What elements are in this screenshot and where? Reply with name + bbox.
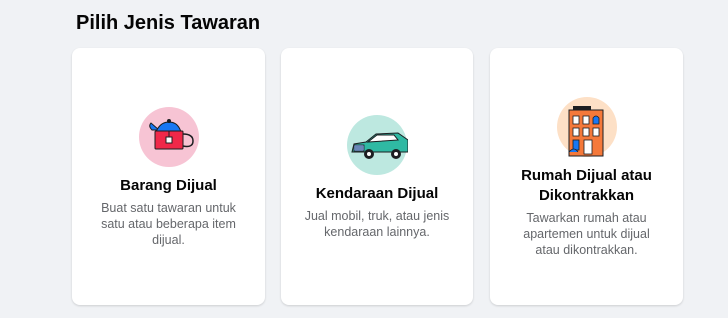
page-title: Pilih Jenis Tawaran xyxy=(76,12,261,34)
kettle-icon xyxy=(138,106,200,168)
card-description: Jual mobil, truk, atau jenis kendaraan l… xyxy=(304,209,450,239)
card-title: Rumah Dijual atau Dikontrakkan xyxy=(521,167,652,204)
car-icon xyxy=(346,114,409,176)
card-title: Barang Dijual xyxy=(120,177,217,194)
card-description: Buat satu tawaran untuk satu atau bebera… xyxy=(101,201,236,247)
house-icon xyxy=(556,96,618,158)
card-description: Tawarkan rumah atau apartemen untuk diju… xyxy=(523,211,650,257)
listing-type-card-vehicle-for-sale[interactable]: Kendaraan Dijual Jual mobil, truk, atau … xyxy=(281,48,473,305)
listing-type-card-property-for-sale-or-rent[interactable]: Rumah Dijual atau Dikontrakkan Tawarkan … xyxy=(490,48,683,305)
listing-type-card-item-for-sale[interactable]: Barang Dijual Buat satu tawaran untuk sa… xyxy=(72,48,265,305)
card-title: Kendaraan Dijual xyxy=(315,185,439,202)
